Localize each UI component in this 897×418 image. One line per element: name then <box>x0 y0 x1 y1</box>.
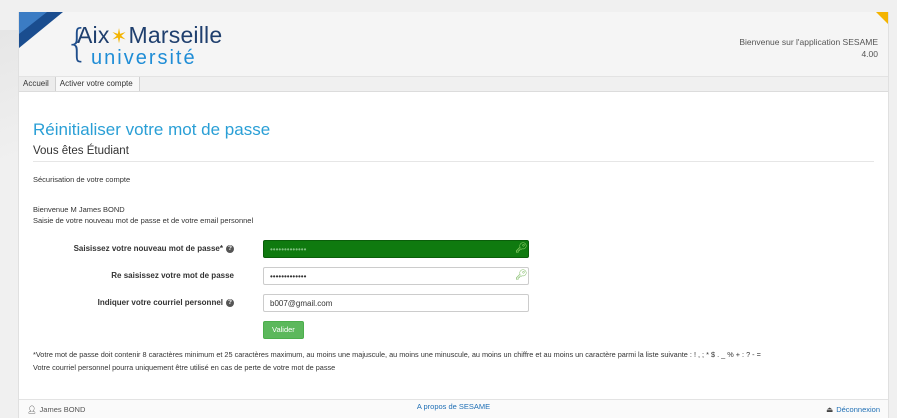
logout-link[interactable]: ⏏︎ Déconnexion <box>826 405 880 414</box>
logo-line1: Aix✶Marseille <box>77 22 223 48</box>
confirm-password-row: Re saisissez votre mot de passe 🔑︎ <box>33 267 874 287</box>
new-password-label: Saisissez votre nouveau mot de passe* ? <box>74 244 234 253</box>
header-app-info: Bienvenue sur l'application SESAME 4.00 <box>739 36 878 60</box>
app-welcome-text: Bienvenue sur l'application SESAME <box>739 37 878 47</box>
footer: 👤︎ James BOND A propos de SESAME ⏏︎ Déconn… <box>19 399 888 418</box>
tab-accueil[interactable]: Accueil <box>19 77 56 91</box>
star-icon: ✶ <box>110 26 128 48</box>
main-content: Réinitialiser votre mot de passe Vous êt… <box>19 120 888 374</box>
tab-activer-compte[interactable]: Activer votre compte <box>55 77 140 91</box>
submit-row: Valider <box>33 321 874 341</box>
new-password-input[interactable] <box>263 240 529 258</box>
password-form: Saisissez votre nouveau mot de passe* ? … <box>33 240 874 341</box>
page-title: Réinitialiser votre mot de passe <box>33 120 271 139</box>
corner-decoration-left-inner <box>19 12 47 34</box>
page-subtitle: Vous êtes Étudiant <box>33 145 874 162</box>
background-decoration <box>0 30 18 250</box>
app-window: { Aix✶Marseille université Bienvenue sur… <box>18 12 889 418</box>
header: { Aix✶Marseille université Bienvenue sur… <box>19 12 888 77</box>
about-link[interactable]: A propos de SESAME <box>19 402 888 411</box>
help-icon[interactable]: ? <box>226 298 234 307</box>
app-version: 4.00 <box>861 49 878 59</box>
notes: *Votre mot de passe doit contenir 8 cara… <box>33 348 874 374</box>
welcome-user: Bienvenue M James BOND <box>33 205 125 214</box>
help-icon[interactable]: ? <box>226 244 234 253</box>
email-row: Indiquer votre courriel personnel ? <box>33 294 874 314</box>
confirm-password-label: Re saisissez votre mot de passe <box>111 271 234 280</box>
university-logo[interactable]: { Aix✶Marseille université <box>65 22 223 69</box>
section-heading: Sécurisation de votre compte <box>33 175 131 184</box>
corner-decoration-right <box>876 12 888 24</box>
password-rule-note: *Votre mot de passe doit contenir 8 cara… <box>33 350 761 359</box>
validate-button[interactable]: Valider <box>263 321 304 339</box>
logout-icon: ⏏︎ <box>826 405 834 414</box>
confirm-password-input[interactable] <box>263 267 529 285</box>
email-usage-note: Votre courriel personnel pourra uniqueme… <box>33 363 336 372</box>
logo-brace-icon: { <box>65 21 90 65</box>
key-icon: 🔑︎ <box>515 243 528 254</box>
email-input[interactable] <box>263 294 529 312</box>
logo-line2: université <box>91 47 197 69</box>
new-password-row: Saisissez votre nouveau mot de passe* ? … <box>33 240 874 260</box>
nav-tabs: Accueil Activer votre compte <box>19 77 888 92</box>
email-label: Indiquer votre courriel personnel ? <box>98 298 234 307</box>
key-icon: 🔑︎ <box>515 270 528 281</box>
form-instruction: Saisie de votre nouveau mot de passe et … <box>33 216 254 225</box>
